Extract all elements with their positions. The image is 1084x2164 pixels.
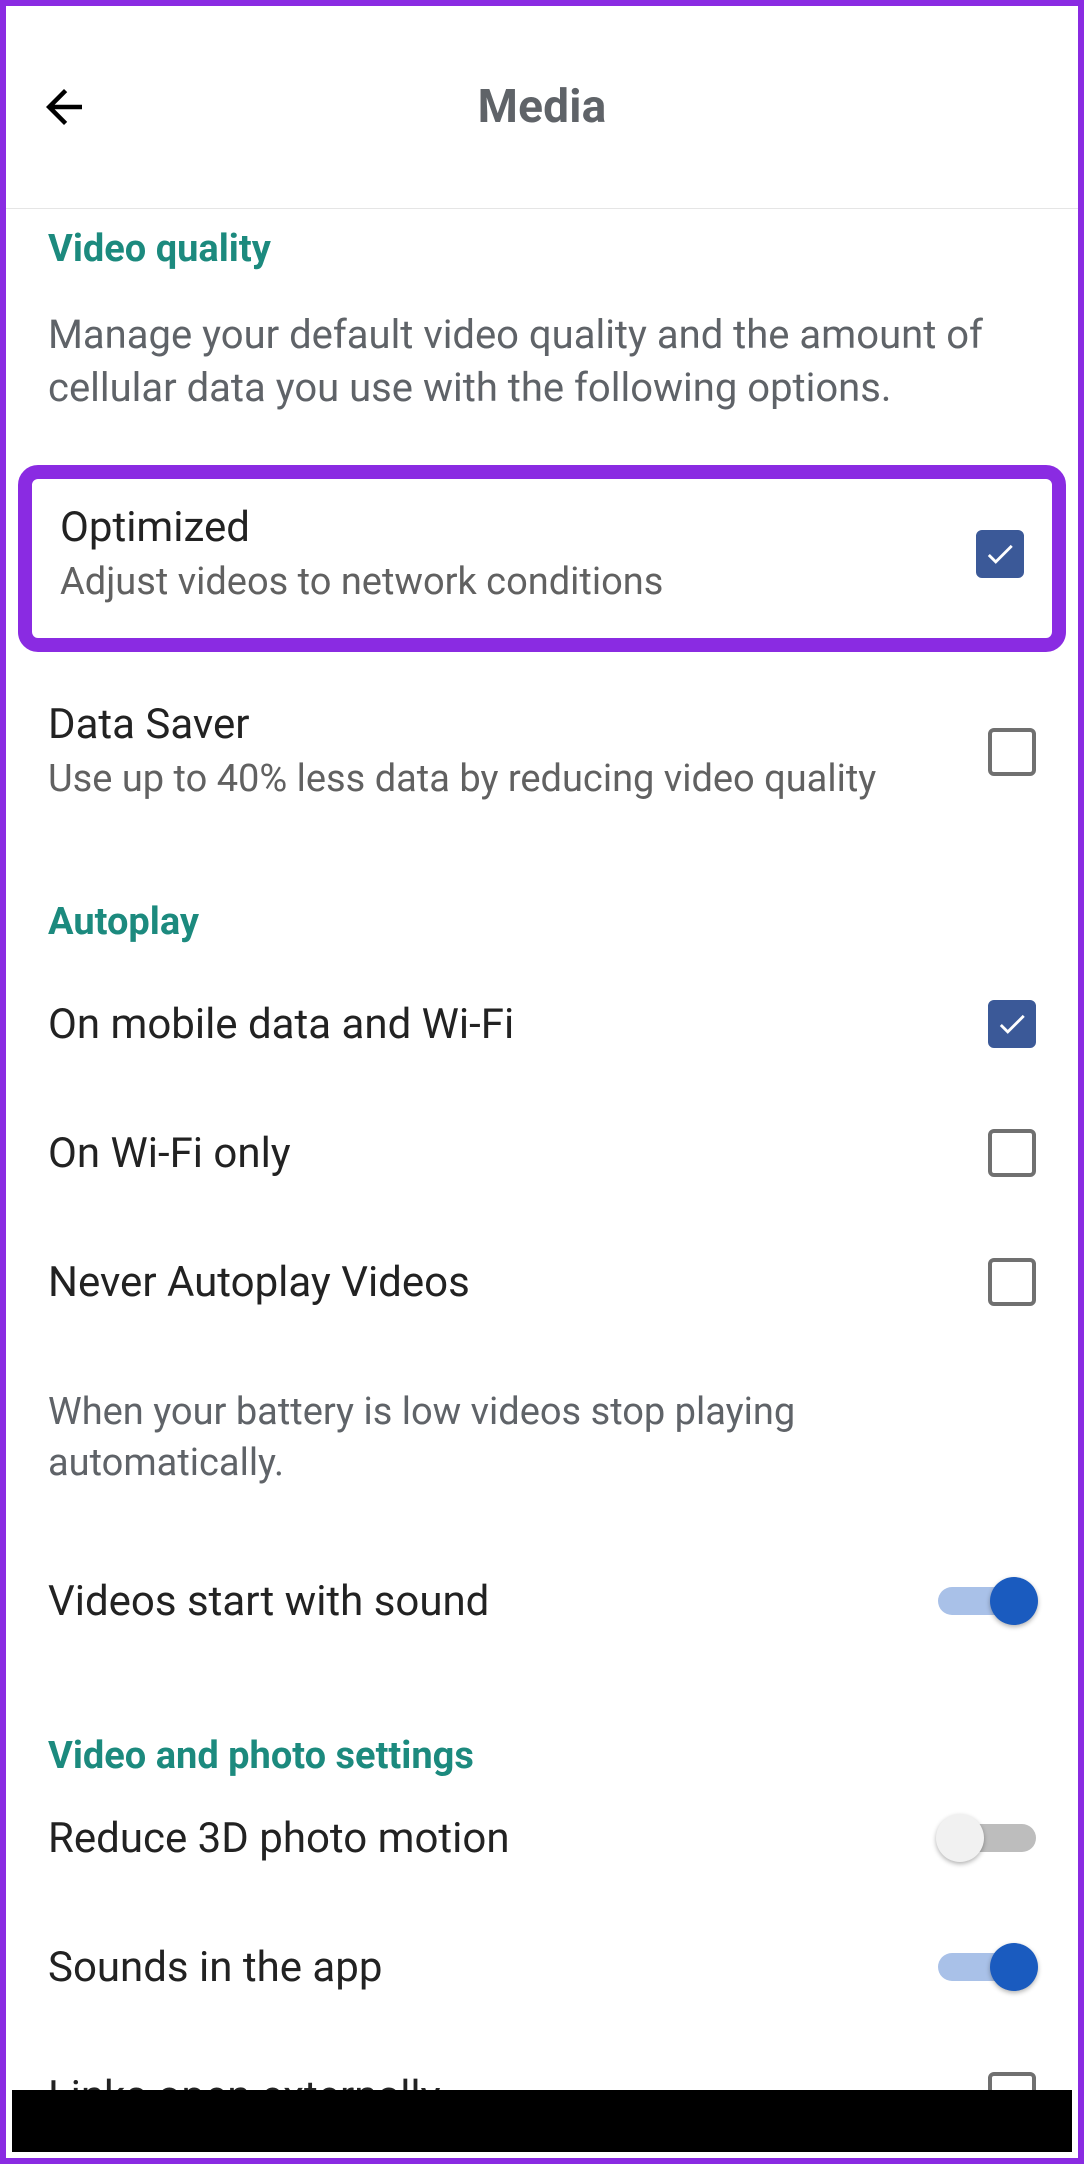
sounds-app-label: Sounds in the app bbox=[48, 1943, 938, 1992]
data-saver-sub: Use up to 40% less data by reducing vide… bbox=[48, 755, 968, 804]
autoplay-mobile-wifi-checkbox[interactable] bbox=[988, 1000, 1036, 1048]
section-video-quality-desc: Manage your default video quality and th… bbox=[6, 287, 1078, 465]
reduce-3d-label: Reduce 3D photo motion bbox=[48, 1814, 938, 1863]
autoplay-never-label: Never Autoplay Videos bbox=[48, 1258, 968, 1307]
check-icon bbox=[983, 537, 1017, 571]
section-autoplay-title: Autoplay bbox=[6, 882, 1078, 960]
videos-sound-label: Videos start with sound bbox=[48, 1577, 938, 1626]
data-saver-title: Data Saver bbox=[48, 700, 968, 749]
nav-bar bbox=[12, 2090, 1072, 2152]
data-saver-text: Data Saver Use up to 40% less data by re… bbox=[48, 700, 968, 804]
autoplay-wifi-only-row[interactable]: On Wi-Fi only bbox=[6, 1089, 1078, 1218]
back-button[interactable] bbox=[34, 77, 94, 137]
videos-sound-row[interactable]: Videos start with sound bbox=[6, 1537, 1078, 1666]
autoplay-never-row[interactable]: Never Autoplay Videos bbox=[6, 1218, 1078, 1347]
arrow-left-icon bbox=[37, 80, 91, 134]
content: Video quality Manage your default video … bbox=[6, 209, 1078, 2158]
autoplay-mobile-wifi-label: On mobile data and Wi-Fi bbox=[48, 1000, 968, 1049]
app-frame: Media Video quality Manage your default … bbox=[0, 0, 1084, 2164]
videos-sound-switch[interactable] bbox=[938, 1579, 1036, 1623]
autoplay-hint: When your battery is low videos stop pla… bbox=[6, 1347, 1078, 1537]
optimized-row[interactable]: Optimized Adjust videos to network condi… bbox=[18, 465, 1066, 653]
data-saver-row[interactable]: Data Saver Use up to 40% less data by re… bbox=[6, 672, 1078, 832]
reduce-3d-switch[interactable] bbox=[938, 1816, 1036, 1860]
data-saver-checkbox[interactable] bbox=[988, 728, 1036, 776]
optimized-checkbox[interactable] bbox=[976, 530, 1024, 578]
header: Media bbox=[6, 6, 1078, 209]
autoplay-wifi-only-checkbox[interactable] bbox=[988, 1129, 1036, 1177]
section-video-quality-title: Video quality bbox=[6, 209, 1078, 287]
sounds-app-row[interactable]: Sounds in the app bbox=[6, 1903, 1078, 2032]
check-icon bbox=[995, 1007, 1029, 1041]
reduce-3d-row[interactable]: Reduce 3D photo motion bbox=[6, 1794, 1078, 1903]
sounds-app-switch[interactable] bbox=[938, 1945, 1036, 1989]
autoplay-mobile-wifi-row[interactable]: On mobile data and Wi-Fi bbox=[6, 960, 1078, 1089]
optimized-title: Optimized bbox=[60, 503, 956, 552]
page-title: Media bbox=[6, 80, 1078, 134]
optimized-sub: Adjust videos to network conditions bbox=[60, 558, 956, 607]
autoplay-never-checkbox[interactable] bbox=[988, 1258, 1036, 1306]
autoplay-wifi-only-label: On Wi-Fi only bbox=[48, 1129, 968, 1178]
section-vp-title: Video and photo settings bbox=[6, 1716, 1078, 1794]
optimized-text: Optimized Adjust videos to network condi… bbox=[60, 503, 956, 607]
